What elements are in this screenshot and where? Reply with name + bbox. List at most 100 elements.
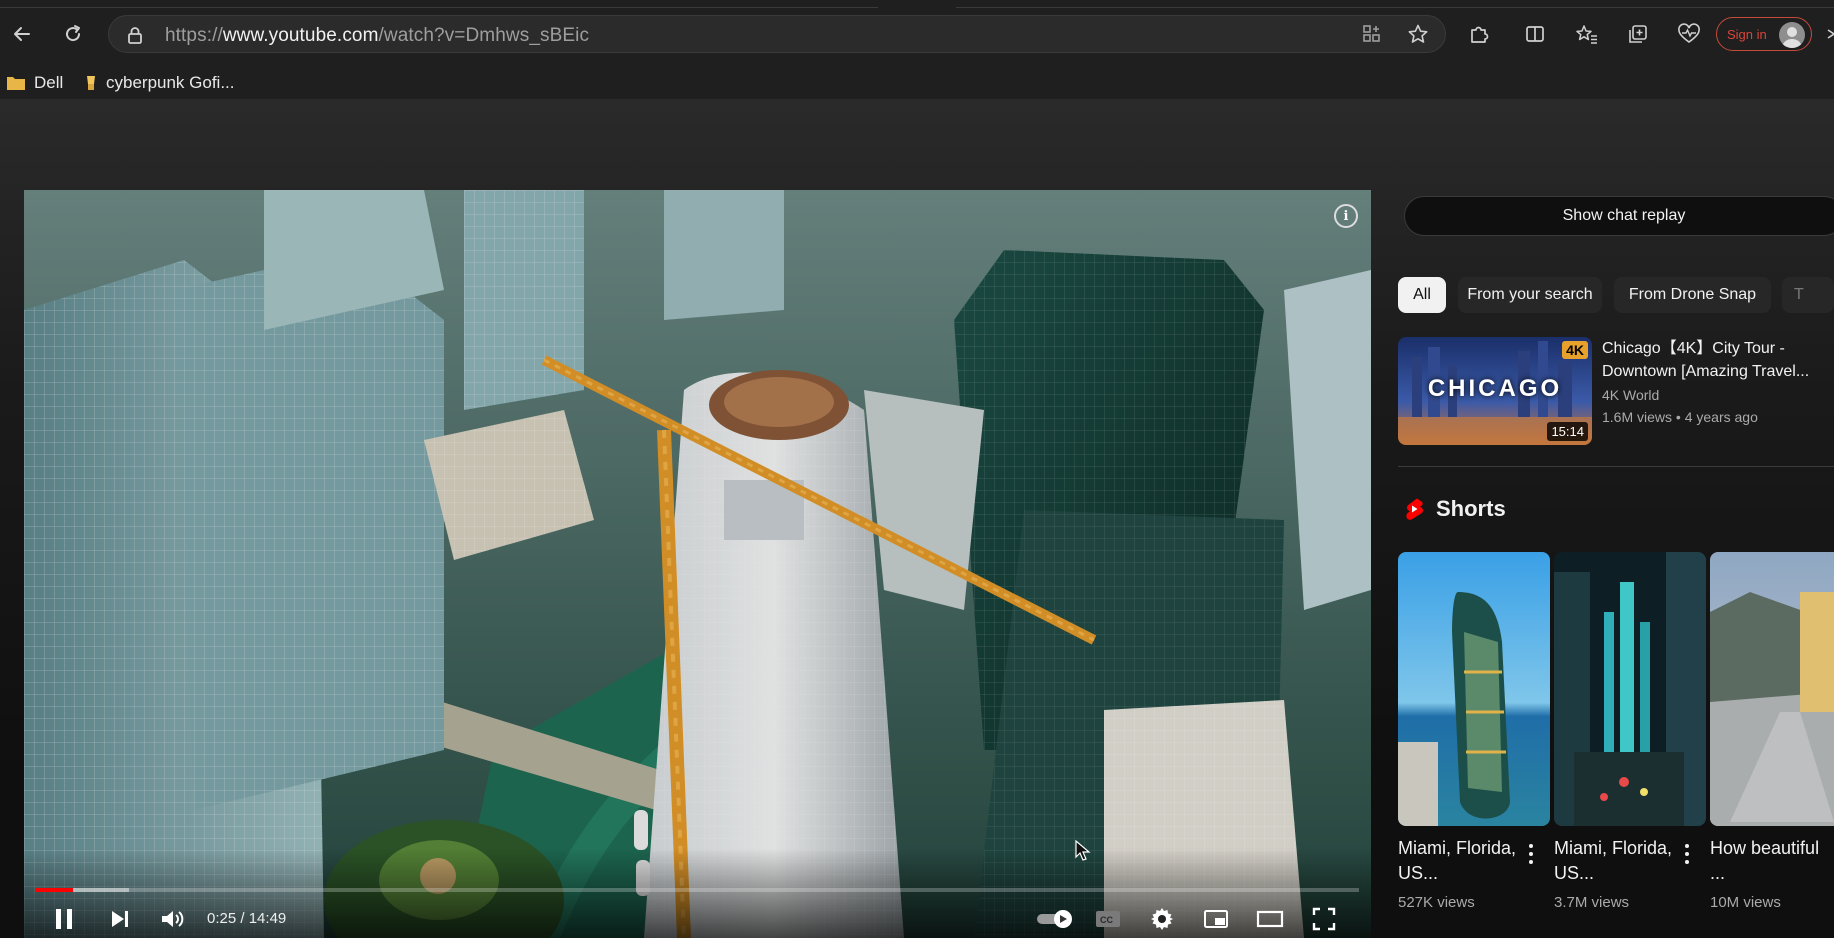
fullscreen-button[interactable] <box>1306 902 1342 936</box>
short-image <box>1398 552 1550 826</box>
mouse-cursor-icon <box>1075 840 1091 861</box>
progress-played <box>36 888 73 892</box>
short-thumbnail[interactable] <box>1398 552 1550 826</box>
url-host: www.youtube.com <box>222 25 379 46</box>
favorites-button[interactable] <box>1572 19 1602 49</box>
extensions-button[interactable] <box>1464 19 1494 49</box>
puzzle-icon <box>1471 26 1489 43</box>
chip-label: T <box>1794 286 1804 303</box>
arrow-left-icon <box>14 27 30 41</box>
next-button[interactable] <box>102 902 138 936</box>
video-frame <box>24 190 1371 938</box>
short-item[interactable]: Miami, Florida, US... 3.7M views <box>1554 552 1706 926</box>
favorites-list-icon <box>1576 25 1597 44</box>
video-meta: 1.6M views • 4 years ago <box>1602 409 1758 425</box>
short-thumbnail[interactable] <box>1710 552 1834 826</box>
chip-all[interactable]: All <box>1398 277 1446 313</box>
time-display: 0:25 / 14:49 <box>207 910 286 927</box>
chip-from-your-search[interactable]: From your search <box>1458 277 1602 313</box>
svg-text:CC: CC <box>1100 915 1113 925</box>
browser-essentials-button[interactable] <box>1674 19 1704 49</box>
progress-bar[interactable] <box>36 888 1359 892</box>
split-screen-button[interactable] <box>1520 19 1550 49</box>
heart-pulse-icon <box>1678 23 1700 43</box>
miniplayer-button[interactable] <box>1198 902 1234 936</box>
channel-name[interactable]: 4K World <box>1602 387 1659 403</box>
bookmark-dell[interactable]: Dell <box>6 66 63 100</box>
miniplayer-icon <box>1204 910 1228 928</box>
current-time: 0:25 <box>207 910 237 927</box>
short-image <box>1710 552 1834 826</box>
collections-icon <box>1629 25 1647 43</box>
meta-separator: • <box>1672 409 1685 425</box>
chip-from-drone-snap[interactable]: From Drone Snap <box>1614 277 1771 313</box>
browser-toolbar: https://www.youtube.com/watch?v=Dmhws_sB… <box>0 0 1834 66</box>
short-title[interactable]: Miami, Florida, US... <box>1398 836 1518 886</box>
short-item[interactable]: How beautiful ... 10M views <box>1710 552 1834 926</box>
signin-label: Sign in <box>1727 27 1767 42</box>
short-item[interactable]: Miami, Florida, US... 527K views <box>1398 552 1550 926</box>
profile-avatar-icon <box>1779 22 1805 48</box>
short-views: 3.7M views <box>1554 894 1630 911</box>
time-separator: / <box>236 910 249 927</box>
bookmarks-bar: Dell cyberpunk Gofi... <box>0 66 1834 100</box>
refresh-button[interactable] <box>57 18 89 50</box>
tab-edge <box>0 0 878 8</box>
profile-signin-button[interactable]: Sign in <box>1716 17 1812 51</box>
skip-next-icon <box>112 911 128 927</box>
refresh-icon <box>66 25 81 42</box>
bookmark-label: Dell <box>34 73 64 92</box>
thumbnail-caption: CHICAGO <box>1427 375 1563 402</box>
short-image <box>1554 552 1706 826</box>
url-text[interactable]: https://www.youtube.com/watch?v=Dmhws_sB… <box>165 25 589 47</box>
chip-next[interactable]: T <box>1782 277 1834 313</box>
theater-mode-button[interactable] <box>1252 902 1288 936</box>
total-duration: 14:49 <box>248 910 287 927</box>
pause-button[interactable] <box>46 902 82 936</box>
url-path: /watch?v=Dmhws_sBEic <box>378 25 590 46</box>
chat-replay-label: Show chat replay <box>1562 207 1686 224</box>
pause-icon <box>56 909 72 929</box>
subtitles-button[interactable]: CC <box>1090 902 1126 936</box>
overflow-edge <box>1826 24 1834 44</box>
folder-icon <box>7 77 25 90</box>
view-count: 1.6M views <box>1602 409 1673 425</box>
4k-badge: 4K <box>1562 341 1588 359</box>
settings-button[interactable] <box>1144 902 1180 936</box>
shorts-logo-icon <box>1406 498 1423 520</box>
chip-label: All <box>1413 286 1431 303</box>
video-thumbnail[interactable]: CHICAGO 4K 15:14 <box>1398 337 1592 445</box>
favicon-icon <box>87 76 95 90</box>
autoplay-toggle[interactable] <box>1034 902 1078 936</box>
fullscreen-icon <box>1312 907 1336 931</box>
recommended-video[interactable]: CHICAGO 4K 15:14 Chicago【4K】City Tour - … <box>1398 337 1834 447</box>
theater-mode-icon <box>1256 910 1284 928</box>
autoplay-toggle-icon <box>1037 910 1072 928</box>
info-icon[interactable]: i <box>1334 204 1358 228</box>
split-screen-icon <box>1526 26 1544 42</box>
lock-icon[interactable] <box>127 26 143 44</box>
show-chat-replay-button[interactable]: Show chat replay <box>1404 196 1834 236</box>
collections-button[interactable] <box>1623 19 1653 49</box>
app-available-button[interactable] <box>1357 19 1387 49</box>
upload-age: 4 years ago <box>1684 409 1758 425</box>
shorts-header: Shorts <box>1404 496 1506 522</box>
more-actions-button[interactable] <box>1680 842 1694 866</box>
volume-icon <box>162 911 184 927</box>
more-actions-button[interactable] <box>1524 842 1538 866</box>
url-scheme: https:// <box>165 25 223 46</box>
short-thumbnail[interactable] <box>1554 552 1706 826</box>
video-title[interactable]: Chicago【4K】City Tour - Downtown [Amazing… <box>1602 337 1822 383</box>
favorite-button[interactable] <box>1403 19 1433 49</box>
video-player[interactable]: i 0:25 / 14:49 CC <box>24 190 1371 938</box>
back-button[interactable] <box>6 18 38 50</box>
volume-button[interactable] <box>154 902 190 936</box>
bookmark-label: cyberpunk Gofi... <box>106 73 235 92</box>
chip-label: From your search <box>1467 286 1593 303</box>
address-bar[interactable]: https://www.youtube.com/watch?v=Dmhws_sB… <box>108 15 1446 53</box>
bookmark-cyberpunk[interactable]: cyberpunk Gofi... <box>84 66 235 100</box>
closed-captions-icon: CC <box>1096 911 1120 927</box>
short-views: 10M views <box>1710 894 1781 911</box>
short-title[interactable]: Miami, Florida, US... <box>1554 836 1674 886</box>
short-title[interactable]: How beautiful ... <box>1710 836 1830 886</box>
